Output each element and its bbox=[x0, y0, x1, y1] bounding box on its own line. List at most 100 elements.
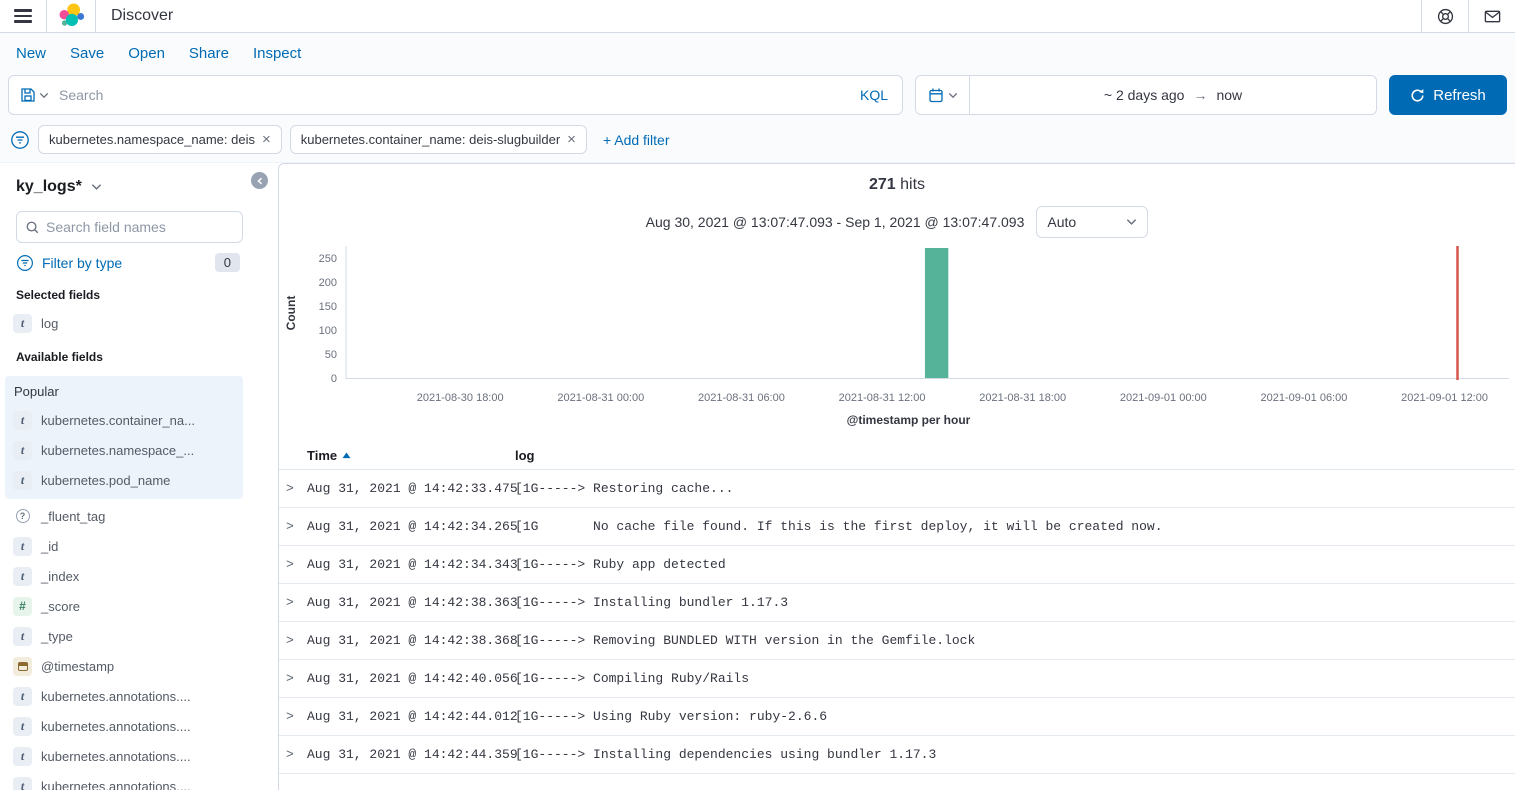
svg-text:200: 200 bbox=[319, 277, 337, 289]
svg-text:2021-08-31 18:00: 2021-08-31 18:00 bbox=[979, 392, 1066, 404]
field-name: kubernetes.annotations.... bbox=[41, 719, 191, 734]
expand-row-button[interactable]: > bbox=[279, 633, 307, 648]
field-item[interactable]: tkubernetes.annotations.... bbox=[0, 681, 248, 711]
document-table: Time log >Aug 31, 2021 @ 14:42:33.475[1G… bbox=[279, 441, 1515, 774]
histogram-chart: Count0501001502002502021-08-30 18:002021… bbox=[279, 242, 1515, 435]
time-range-display[interactable]: ~ 2 days ago → now bbox=[970, 76, 1376, 114]
row-time-cell: Aug 31, 2021 @ 14:42:34.343 bbox=[307, 557, 515, 572]
field-item[interactable]: #_score bbox=[0, 591, 248, 621]
chevron-down-icon bbox=[91, 183, 102, 191]
search-input[interactable] bbox=[59, 87, 846, 103]
field-name: kubernetes.annotations.... bbox=[41, 749, 191, 764]
filter-in-circle-icon[interactable] bbox=[10, 130, 30, 150]
field-item[interactable]: t_type bbox=[0, 621, 248, 651]
expand-row-button[interactable]: > bbox=[279, 671, 307, 686]
histogram-bar[interactable] bbox=[925, 248, 948, 378]
svg-text:0: 0 bbox=[331, 373, 337, 385]
expand-row-button[interactable]: > bbox=[279, 557, 307, 572]
field-sidebar: ky_logs* Filter by type 0 Selected field… bbox=[0, 163, 248, 790]
page-title: Discover bbox=[111, 7, 173, 25]
field-item[interactable]: t_id bbox=[0, 531, 248, 561]
refresh-icon bbox=[1410, 88, 1425, 103]
remove-filter-icon[interactable]: × bbox=[262, 132, 271, 147]
interval-select[interactable]: Auto bbox=[1036, 206, 1148, 238]
field-name: @timestamp bbox=[41, 659, 114, 674]
log-column-header[interactable]: log bbox=[515, 448, 1515, 463]
filter-in-circle-icon bbox=[16, 254, 34, 272]
nav-item-open[interactable]: Open bbox=[116, 45, 177, 62]
table-row: >Aug 31, 2021 @ 14:42:44.359[1G-----> In… bbox=[279, 736, 1515, 774]
expand-row-button[interactable]: > bbox=[279, 709, 307, 724]
string-field-type-icon: t bbox=[13, 717, 32, 736]
add-filter-button[interactable]: + Add filter bbox=[603, 132, 670, 148]
table-header: Time log bbox=[279, 441, 1515, 470]
field-item[interactable]: tlog bbox=[0, 308, 248, 338]
time-column-header[interactable]: Time bbox=[307, 448, 515, 463]
table-row: >Aug 31, 2021 @ 14:42:34.265[1G No cache… bbox=[279, 508, 1515, 546]
interval-value: Auto bbox=[1047, 214, 1076, 230]
row-time-cell: Aug 31, 2021 @ 14:42:44.012 bbox=[307, 709, 515, 724]
newsfeed-button[interactable] bbox=[1469, 0, 1515, 32]
filter-by-type-button[interactable]: Filter by type 0 bbox=[16, 253, 240, 272]
field-item[interactable]: tkubernetes.annotations.... bbox=[0, 771, 248, 790]
help-button[interactable] bbox=[1422, 0, 1468, 32]
nav-item-share[interactable]: Share bbox=[177, 45, 241, 62]
svg-text:50: 50 bbox=[325, 349, 337, 361]
field-name: _score bbox=[41, 599, 80, 614]
help-icon bbox=[1436, 7, 1455, 26]
string-field-type-icon: t bbox=[13, 411, 32, 430]
menu-bar: NewSaveOpenShareInspect bbox=[0, 33, 1515, 73]
nav-item-new[interactable]: New bbox=[8, 45, 58, 62]
field-item[interactable]: tkubernetes.container_na... bbox=[5, 405, 243, 435]
time-range-from[interactable]: ~ 2 days ago bbox=[1104, 87, 1185, 103]
discover-panel: 271 hits Aug 30, 2021 @ 13:07:47.093 - S… bbox=[278, 163, 1515, 790]
elastic-logo[interactable] bbox=[47, 2, 95, 30]
field-name: _fluent_tag bbox=[41, 509, 105, 524]
row-log-cell: [1G-----> Installing dependencies using … bbox=[515, 747, 1515, 762]
expand-row-button[interactable]: > bbox=[279, 595, 307, 610]
saved-query-menu-button[interactable] bbox=[9, 76, 59, 114]
menu-hamburger-button[interactable] bbox=[0, 0, 46, 32]
remove-filter-icon[interactable]: × bbox=[567, 132, 576, 147]
expand-row-button[interactable]: > bbox=[279, 519, 307, 534]
field-item[interactable]: tkubernetes.annotations.... bbox=[0, 741, 248, 771]
nav-item-save[interactable]: Save bbox=[58, 45, 116, 62]
hits-label: hits bbox=[900, 176, 925, 193]
field-item[interactable]: tkubernetes.pod_name bbox=[5, 465, 243, 495]
question-icon: ? bbox=[16, 509, 30, 523]
field-search-input[interactable] bbox=[46, 219, 234, 235]
time-range-to[interactable]: now bbox=[1216, 87, 1242, 103]
filter-pill[interactable]: kubernetes.container_name: deis-slugbuil… bbox=[290, 125, 587, 154]
filter-bar: kubernetes.namespace_name: deis× kubernet… bbox=[0, 123, 1515, 156]
expand-row-button[interactable]: > bbox=[279, 481, 307, 496]
svg-text:2021-08-31 12:00: 2021-08-31 12:00 bbox=[839, 392, 926, 404]
field-item[interactable]: tkubernetes.namespace_... bbox=[5, 435, 243, 465]
row-time-cell: Aug 31, 2021 @ 14:42:34.265 bbox=[307, 519, 515, 534]
row-time-cell: Aug 31, 2021 @ 14:42:44.359 bbox=[307, 747, 515, 762]
svg-text:150: 150 bbox=[319, 301, 337, 313]
collapse-sidebar-button[interactable] bbox=[251, 172, 268, 189]
field-name: kubernetes.annotations.... bbox=[41, 689, 191, 704]
field-item[interactable]: t_index bbox=[0, 561, 248, 591]
search-icon bbox=[25, 220, 40, 235]
expand-row-button[interactable]: > bbox=[279, 747, 307, 762]
query-language-button[interactable]: KQL bbox=[846, 87, 902, 103]
field-item[interactable]: t kubernetes.annotations.... bbox=[0, 711, 248, 741]
field-item[interactable]: @timestamp bbox=[0, 651, 248, 681]
row-log-cell: [1G-----> Ruby app detected bbox=[515, 557, 1515, 572]
refresh-button[interactable]: Refresh bbox=[1389, 75, 1507, 115]
row-log-cell: [1G-----> Using Ruby version: ruby-2.6.6 bbox=[515, 709, 1515, 724]
save-icon bbox=[20, 87, 36, 103]
nav-item-inspect[interactable]: Inspect bbox=[241, 45, 313, 62]
index-pattern-selector[interactable]: ky_logs* bbox=[0, 173, 248, 201]
filter-pills: kubernetes.namespace_name: deis× kubernet… bbox=[38, 125, 587, 154]
row-log-cell: [1G-----> Installing bundler 1.17.3 bbox=[515, 595, 1515, 610]
field-item[interactable]: ? _fluent_tag bbox=[0, 501, 248, 531]
filter-pill[interactable]: kubernetes.namespace_name: deis× bbox=[38, 125, 282, 154]
available-fields-heading: Available fields bbox=[0, 338, 248, 370]
quick-select-menu-button[interactable] bbox=[916, 76, 970, 114]
string-field-type-icon: t bbox=[13, 777, 32, 790]
chevron-down-icon bbox=[1126, 218, 1137, 226]
table-row: >Aug 31, 2021 @ 14:42:38.368[1G-----> Re… bbox=[279, 622, 1515, 660]
table-row: >Aug 31, 2021 @ 14:42:34.343[1G-----> Ru… bbox=[279, 546, 1515, 584]
